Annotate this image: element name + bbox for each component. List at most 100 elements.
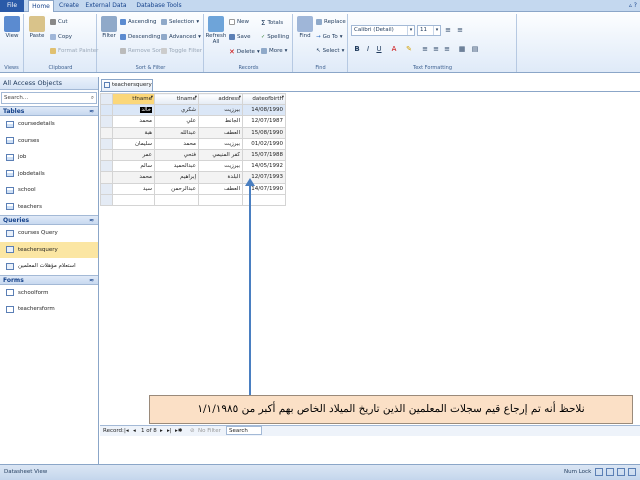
save-button[interactable]: Save <box>229 34 251 40</box>
cell[interactable]: العطف <box>198 126 243 139</box>
chevron-down-icon[interactable]: ▾ <box>195 95 197 100</box>
select-button[interactable]: ↖ Select ▾ <box>316 48 344 54</box>
more-button[interactable]: More ▾ <box>261 48 287 54</box>
fill-color-icon[interactable]: ▤ <box>470 44 480 54</box>
new-record-nav-icon[interactable]: ▸✱ <box>175 426 182 436</box>
nav-item-qualifications-query[interactable]: استعلام مؤهلات المعلمين <box>0 258 98 275</box>
align-right-icon[interactable]: ≡ <box>442 44 452 54</box>
last-record-icon[interactable]: ▸| <box>167 426 172 436</box>
new-record-button[interactable]: New <box>229 19 249 25</box>
record-selector[interactable] <box>100 104 113 117</box>
ascending-button[interactable]: Ascending <box>120 19 157 25</box>
column-header-dateofbirth[interactable]: dateofbirth ▾ <box>242 92 286 106</box>
table-row[interactable]: سيد عبدالرحمن العطف 14/07/1990 <box>100 182 286 195</box>
table-row[interactable]: سليمان محمد بيرزيت 01/02/1990 <box>100 137 286 150</box>
nav-item-teachersquery[interactable]: teachersquery <box>0 241 98 258</box>
nav-pane-title[interactable]: All Access Objects <box>0 77 98 90</box>
cell[interactable]: محمد <box>154 137 199 150</box>
descending-button[interactable]: Descending <box>120 34 160 40</box>
filter-button[interactable]: Filter <box>98 16 120 39</box>
bullets-icon[interactable]: ≡ <box>455 25 465 35</box>
table-row[interactable]: عمر فتحي كفر المنيمي 15/07/1988 <box>100 148 286 162</box>
table-row[interactable]: خالد شكري بيرزيت 14/08/1990 <box>100 104 286 117</box>
cell[interactable]: البلدة <box>198 171 243 184</box>
numbering-icon[interactable]: ≡ <box>443 25 453 35</box>
record-selector[interactable] <box>100 193 113 206</box>
record-selector[interactable] <box>100 126 113 139</box>
cell[interactable]: شكري <box>154 104 199 117</box>
cell[interactable] <box>198 193 243 206</box>
cell[interactable]: العطف <box>198 182 243 195</box>
totals-button[interactable]: Σ Totals <box>261 19 283 27</box>
cell[interactable]: هبة <box>112 126 155 139</box>
sql-view-icon[interactable] <box>617 468 625 476</box>
cell[interactable]: سليمان <box>112 137 155 150</box>
cell[interactable]: بيرزيت <box>198 137 243 150</box>
nav-search-input[interactable]: Search... ⌕ <box>1 92 97 104</box>
cell[interactable]: محمد <box>112 115 155 128</box>
cell[interactable]: محمد <box>112 171 155 184</box>
cut-button[interactable]: Cut <box>50 19 67 25</box>
remove-sort-button[interactable]: Remove Sort <box>120 48 163 54</box>
first-record-icon[interactable]: |◂ <box>124 426 129 436</box>
record-selector[interactable] <box>100 171 113 184</box>
spelling-button[interactable]: ✓ Spelling <box>261 34 289 40</box>
record-selector[interactable] <box>100 160 113 173</box>
chevron-down-icon[interactable]: ▾ <box>239 95 241 100</box>
nav-item-schoolform[interactable]: schoolform <box>0 285 98 302</box>
table-row[interactable]: محمد علي الجانط 12/07/1987 <box>100 115 286 128</box>
nav-item-courses[interactable]: courses <box>0 133 98 150</box>
design-view-icon[interactable] <box>628 468 636 476</box>
cell[interactable]: فتحي <box>154 148 199 162</box>
bold-button[interactable]: B <box>352 44 362 54</box>
cell[interactable]: سيد <box>112 182 155 195</box>
chevron-down-icon[interactable]: ▾ <box>282 95 284 100</box>
cell[interactable]: عمر <box>112 148 155 162</box>
font-size-combo[interactable]: 11 ▾ <box>417 25 441 36</box>
record-selector[interactable] <box>100 182 113 195</box>
cell[interactable]: إبراهيم <box>154 171 199 184</box>
cell[interactable]: سالم <box>112 160 155 173</box>
view-button[interactable]: View <box>1 16 23 39</box>
table-row[interactable]: محمد إبراهيم البلدة 12/07/1993 <box>100 171 286 184</box>
table-row[interactable]: هبة عبدالله العطف 15/08/1990 <box>100 126 286 139</box>
nav-section-tables[interactable]: Tables ≈ <box>0 106 98 116</box>
new-record-row[interactable] <box>100 193 286 206</box>
nav-item-teachersform[interactable]: teachersform <box>0 301 98 318</box>
record-selector[interactable] <box>100 115 113 128</box>
goto-button[interactable]: → Go To ▾ <box>316 34 343 40</box>
nav-item-teachers[interactable]: teachers <box>0 199 98 216</box>
format-painter-button[interactable]: Format Painter <box>50 48 98 54</box>
cell[interactable]: 12/07/1987 <box>242 115 286 128</box>
align-left-icon[interactable]: ≡ <box>420 44 430 54</box>
chevron-down-icon[interactable]: ▾ <box>151 95 153 100</box>
cell[interactable] <box>112 193 155 206</box>
tab-create[interactable]: Create <box>58 0 80 12</box>
gridlines-icon[interactable]: ▦ <box>457 44 467 54</box>
font-name-combo[interactable]: Calibri (Detail) ▾ <box>351 25 415 36</box>
nav-item-courses-query[interactable]: courses Query <box>0 225 98 242</box>
select-all-cell[interactable] <box>100 92 113 106</box>
column-header-address[interactable]: address ▾ <box>198 92 243 106</box>
cell[interactable]: خالد <box>112 104 155 117</box>
pivot-view-icon[interactable] <box>606 468 614 476</box>
help-icon[interactable]: ▵ ? <box>629 2 637 9</box>
toggle-filter-button[interactable]: Toggle Filter <box>161 48 202 54</box>
cell[interactable] <box>154 193 199 206</box>
paste-button[interactable]: Paste <box>26 16 48 39</box>
nav-section-queries[interactable]: Queries ≈ <box>0 215 98 225</box>
prev-record-icon[interactable]: ◂ <box>133 426 136 436</box>
tab-database-tools[interactable]: Database Tools <box>132 0 186 12</box>
cell[interactable]: عبدالله <box>154 126 199 139</box>
record-position[interactable]: 1 of 8 <box>141 426 157 436</box>
refresh-all-button[interactable]: Refresh All <box>205 16 227 45</box>
cell[interactable]: عبدالحميد <box>154 160 199 173</box>
nav-section-forms[interactable]: Forms ≈ <box>0 274 98 285</box>
record-selector[interactable] <box>100 148 113 162</box>
cell[interactable]: 01/02/1990 <box>242 137 286 150</box>
column-header-tlname[interactable]: tlname ▾ <box>154 92 199 106</box>
datasheet-view-icon[interactable] <box>595 468 603 476</box>
align-center-icon[interactable]: ≡ <box>431 44 441 54</box>
record-search-input[interactable]: Search <box>226 426 262 435</box>
cell[interactable]: عبدالرحمن <box>154 182 199 195</box>
